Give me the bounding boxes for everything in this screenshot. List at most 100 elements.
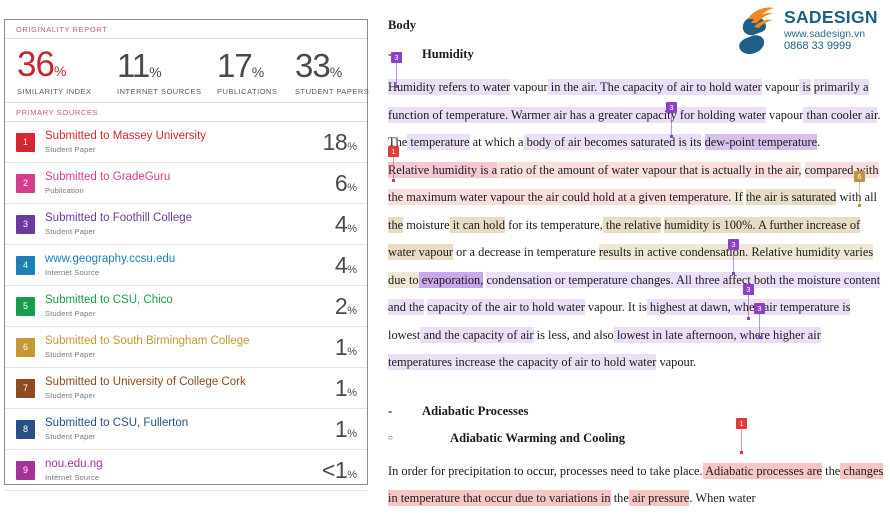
match-marker-dot [392,179,395,182]
sadesign-brand-name: SADESIGN [784,6,878,27]
source-rank-badge[interactable]: 5 [16,296,35,316]
source-row[interactable]: 7 Submitted to University of College Cork… [5,368,367,409]
source-title[interactable]: Submitted to CSU, Fullerton [45,417,311,430]
match-span: the [388,216,404,233]
document-paragraph-relative-humidity: Relative humidity is a ratio of the amou… [388,157,884,377]
source-row[interactable]: 5 Submitted to CSU, Chico Student Paper 2% [5,286,367,327]
source-type: Student Paper [45,432,96,441]
source-title[interactable]: Submitted to CSU, Chico [45,294,311,307]
match-span: evaporation, [418,271,484,288]
plain-span: moisture [403,217,450,232]
summary-stat-number: 36 [17,45,55,84]
match-marker-badge[interactable]: 1 [388,146,399,157]
match-marker-badge[interactable]: 6 [854,171,865,182]
match-span: temperature [407,134,470,150]
match-marker-badge[interactable]: 3 [743,284,754,295]
match-marker-tick [671,113,672,135]
summary-stat-number: 33 [295,47,331,84]
plain-span: at which a [469,135,524,149]
source-info: Submitted to CSU, Chico Student Paper [35,294,311,318]
source-title[interactable]: Submitted to Massey University [45,130,311,143]
summary-stat: 33% STUDENT PAPERS [283,47,369,96]
match-span: the air is saturated [745,189,837,205]
match-marker-dot [740,451,743,454]
match-marker-badge[interactable]: 3 [728,239,739,250]
match-marker-badge[interactable]: 3 [666,102,677,113]
match-marker-tick [759,314,760,336]
source-percent-number: 4 [334,251,348,278]
sadesign-swoosh-icon [734,5,780,55]
source-title[interactable]: Submitted to South Birmingham College [45,335,311,348]
match-marker-badge[interactable]: 3 [754,303,765,314]
source-type: Internet Source [45,473,100,482]
primary-sources-list: 1 Submitted to Massey University Student P… [5,122,367,491]
source-title[interactable]: www.geography.ccsu.edu [45,253,311,266]
source-row[interactable]: 8 Submitted to CSU, Fullerton Student Pape… [5,409,367,450]
match-marker-dot [732,272,735,275]
source-info: Submitted to CSU, Fullerton Student Paper [35,417,311,441]
source-row[interactable]: 9 nou.edu.ng Internet Source <1% [5,450,367,491]
source-title[interactable]: Submitted to University of College Cork [45,376,311,389]
match-span: of air becomes saturated is its [551,134,702,150]
source-percent-number: 6 [334,169,348,196]
source-percent-number: 1 [334,415,348,442]
match-span: Relative humidity is a [388,161,498,178]
source-percent-number: 18 [322,128,348,155]
source-title[interactable]: Submitted to GradeGuru [45,171,311,184]
plain-span: vapour. [656,355,697,369]
percent-symbol: % [347,345,357,358]
match-span: Adiabatic processes are [702,462,823,479]
source-info: Submitted to Foothill College Student Pap… [35,212,311,236]
percent-symbol: % [347,140,357,153]
plain-span: or a decrease in [453,245,534,259]
source-rank-badge[interactable]: 4 [16,255,35,275]
match-span: is [799,79,811,95]
source-title[interactable]: nou.edu.ng [45,458,311,471]
source-row[interactable]: 6 Submitted to South Birmingham College St… [5,327,367,368]
match-span: dew-point temperature [704,134,818,150]
source-info: www.geography.ccsu.edu Internet Source [35,253,311,277]
source-info: Submitted to GradeGuru Publication [35,171,311,195]
summary-stat-value: 17% [217,49,283,82]
document-heading-adiabatic-sub-label: Adiabatic Warming and Cooling [450,430,626,445]
summary-stat-number: 11 [117,47,150,84]
source-percent-number: 1 [334,333,348,360]
source-percent: 18% [311,129,357,156]
summary-stat-label: SIMILARITY INDEX [17,87,92,96]
source-row[interactable]: 2 Submitted to GradeGuru Publication 6% [5,163,367,204]
sadesign-phone: 0868 33 9999 [784,39,852,52]
match-marker-badge[interactable]: 1 [736,418,747,429]
document-heading-adiabatic-sub: Adiabatic Warming and Cooling [388,431,884,446]
source-rank-badge[interactable]: 9 [16,460,35,480]
originality-report-panel: ORIGINALITY REPORT 36% SIMILARITY INDEX 11… [4,19,369,491]
percent-symbol: % [347,468,357,481]
summary-stat: 17% PUBLICATIONS [205,49,283,96]
source-rank-badge[interactable]: 7 [16,378,35,398]
source-row[interactable]: 4 www.geography.ccsu.edu Internet Source 4% [5,245,367,286]
source-type: Student Paper [45,391,96,400]
match-span: in the air. The capacity of air to hold … [547,79,762,95]
match-marker-tick [396,63,397,85]
source-title[interactable]: Submitted to Foothill College [45,212,311,225]
source-percent: 1% [311,375,357,402]
source-info: Submitted to University of College Cork S… [35,376,311,400]
source-rank-badge[interactable]: 3 [16,214,35,234]
source-row[interactable]: 3 Submitted to Foothill College Student Pa… [5,204,367,245]
plain-span: the [610,491,629,505]
source-rank-badge[interactable]: 1 [16,132,35,152]
match-marker-badge[interactable]: 3 [391,52,402,63]
source-type: Student Paper [45,350,96,359]
match-span: temperatures increase the capacity of ai… [388,354,657,370]
match-span: higher air [769,326,821,343]
source-percent: 2% [311,293,357,320]
summary-stat: 11% INTERNET SOURCES [105,49,205,96]
source-rank-badge[interactable]: 2 [16,173,35,193]
plain-span: . [817,135,821,149]
match-span: lowest in late afternoon, where [613,326,770,343]
originality-report-header: ORIGINALITY REPORT [5,20,367,39]
source-percent: 1% [311,416,357,443]
source-rank-badge[interactable]: 8 [16,419,35,439]
source-rank-badge[interactable]: 6 [16,337,35,357]
source-row[interactable]: 1 Submitted to Massey University Student P… [5,122,367,163]
match-span: than cooler air [803,106,878,123]
